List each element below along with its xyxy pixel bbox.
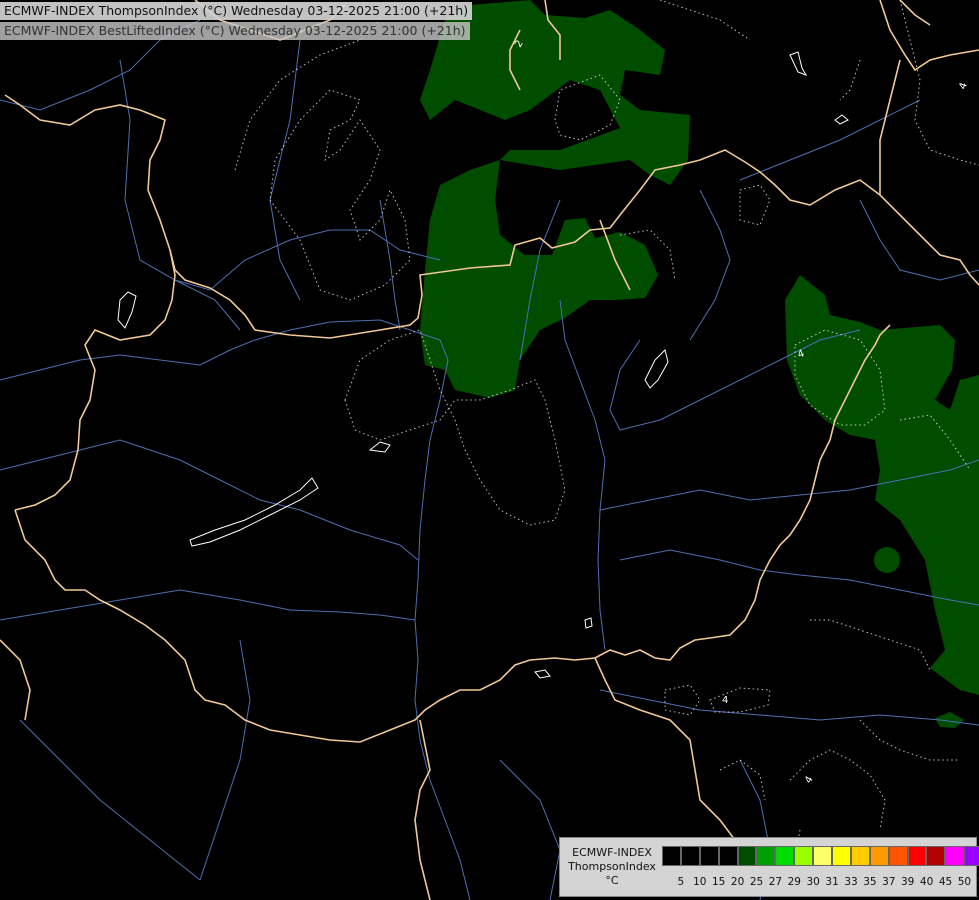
map-title-thompson-index: ECMWF-INDEX ThompsonIndex (°C) Wednesday… <box>0 2 473 20</box>
legend-tick: 20 <box>730 876 745 888</box>
legend-swatch <box>888 846 908 866</box>
weather-map: 2 4 4 4 4 <box>0 0 979 900</box>
contour-label: 4 <box>803 774 816 785</box>
legend-model: ECMWF-INDEX <box>572 846 652 859</box>
legend-swatch <box>718 846 738 866</box>
rivers <box>0 19 979 900</box>
legend-swatch <box>832 846 851 866</box>
legend-tick: 27 <box>768 876 783 888</box>
legend-swatch <box>680 846 700 866</box>
legend-tick: 10 <box>693 876 707 888</box>
legend-swatch <box>756 846 776 866</box>
legend-tick: 29 <box>787 876 801 888</box>
color-legend: ECMWF-INDEX ThompsonIndex °C 5 10 15 20 25 27… <box>559 837 979 897</box>
legend-tick: 33 <box>844 876 858 888</box>
legend-swatch <box>850 846 870 866</box>
legend-tick: 30 <box>806 876 820 888</box>
legend-swatch <box>907 846 927 866</box>
legend-parameter: ThompsonIndex <box>568 860 656 873</box>
contour-label: 4 <box>722 695 728 706</box>
legend-tick: 37 <box>882 876 896 888</box>
legend-tick: 15 <box>712 876 726 888</box>
legend-tick: 31 <box>825 876 839 888</box>
legend-tick: 35 <box>863 876 877 888</box>
legend-swatch <box>813 846 833 866</box>
thompson-index-fill <box>420 0 979 728</box>
legend-swatch <box>926 846 946 866</box>
legend-tick: 45 <box>938 876 953 888</box>
legend-tick: 39 <box>901 876 915 888</box>
legend-swatch <box>794 846 814 866</box>
map-viewport: 2 4 4 4 4 ECMWF-INDEX ThompsonIndex (°C)… <box>0 0 979 900</box>
legend-tick: 5 <box>677 876 685 888</box>
legend-swatch <box>945 846 965 866</box>
legend-tick: 25 <box>749 876 764 888</box>
legend-swatch <box>869 846 889 866</box>
legend-swatch <box>964 846 979 866</box>
legend-swatch <box>662 846 681 866</box>
legend-swatch <box>775 846 795 866</box>
legend-tick: 50 <box>957 876 972 888</box>
country-borders <box>0 0 979 900</box>
legend-tick-labels: 51015202527293031333537394045505560 <box>668 876 979 890</box>
contour-label: 4 <box>957 81 970 91</box>
legend-swatch <box>737 846 757 866</box>
legend-tick: 40 <box>919 876 934 888</box>
legend-unit: °C <box>605 874 619 887</box>
map-title-lifted-index: ECMWF-INDEX BestLiftedIndex (°C) Wednesd… <box>0 22 470 40</box>
legend-color-scale <box>662 846 979 866</box>
legend-title: ECMWF-INDEX ThompsonIndex °C <box>564 846 660 888</box>
legend-swatch <box>699 846 719 866</box>
